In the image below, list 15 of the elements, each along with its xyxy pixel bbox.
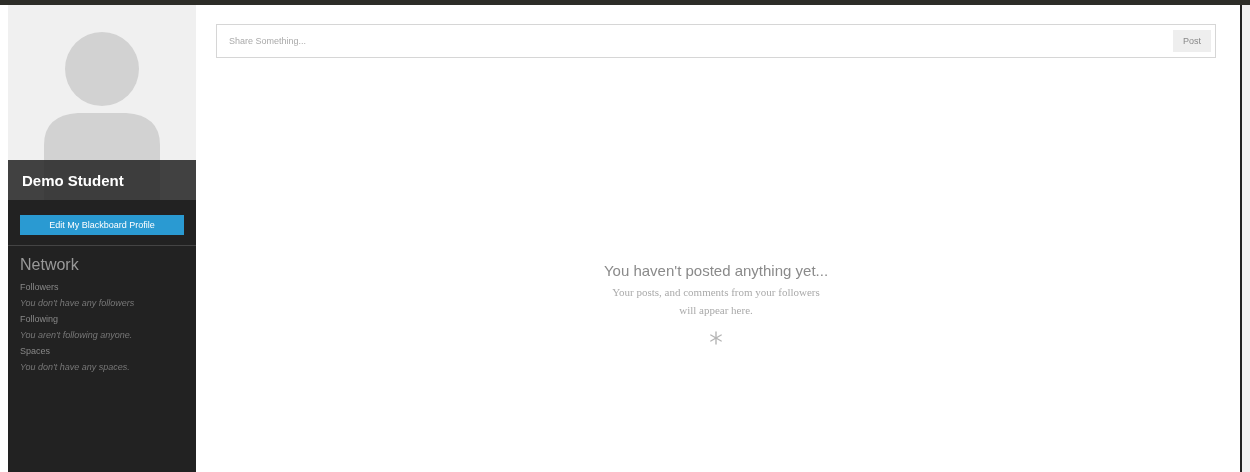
post-button[interactable]: Post — [1173, 30, 1211, 52]
scrollbar[interactable] — [1242, 5, 1250, 472]
network-heading: Network — [20, 256, 79, 274]
empty-network-message: You aren't following anyone. — [20, 330, 133, 340]
network-section-label[interactable]: Following — [20, 314, 59, 324]
empty-state-title: You haven't posted anything yet... — [603, 262, 829, 279]
empty-network-message: You don't have any spaces. — [20, 362, 130, 372]
network-section-label[interactable]: Spaces — [20, 346, 51, 356]
network-section-label[interactable]: Followers — [20, 282, 59, 292]
profile-name: Demo Student — [22, 171, 124, 189]
asterisk-icon — [709, 331, 723, 345]
share-field[interactable]: Share Something... Post — [216, 24, 1216, 58]
empty-state-message: Your posts, and comments from your followers will appear here. — [611, 285, 821, 318]
edit-profile-button[interactable]: Edit My Blackboard Profile — [20, 215, 184, 235]
empty-network-message: You don't have any followers — [20, 298, 135, 308]
